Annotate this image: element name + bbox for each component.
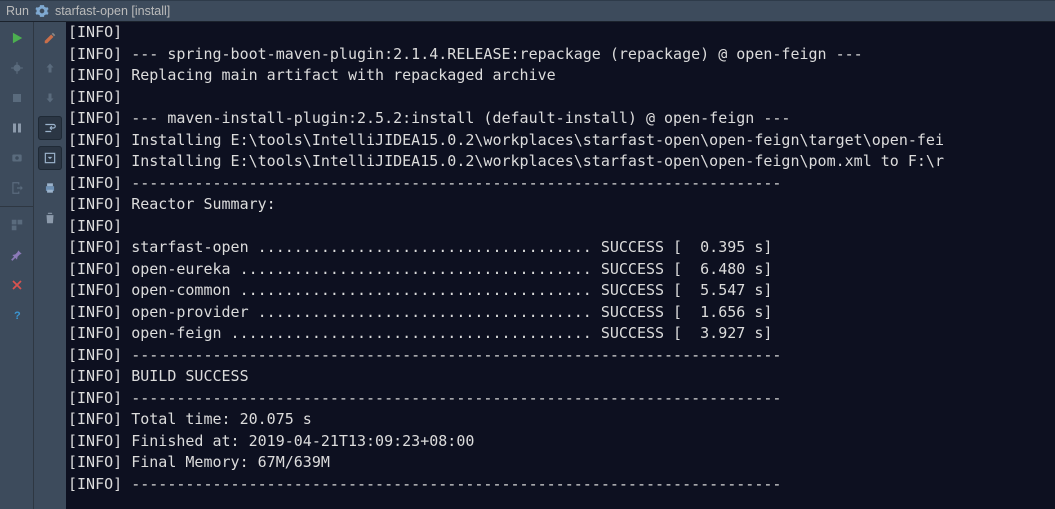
console-line: [INFO] BUILD SUCCESS	[66, 366, 1055, 388]
console-output[interactable]: [INFO][INFO] --- spring-boot-maven-plugi…	[66, 22, 1055, 509]
console-line: [INFO] Installing E:\tools\IntelliJIDEA1…	[66, 130, 1055, 152]
gear-icon	[35, 4, 49, 18]
console-line: [INFO]	[66, 22, 1055, 44]
close-button[interactable]	[5, 273, 29, 297]
console-line: [INFO] open-feign ......................…	[66, 323, 1055, 345]
console-line: [INFO] Total time: 20.075 s	[66, 409, 1055, 431]
soft-wrap-button[interactable]	[38, 116, 62, 140]
main-area: ? [INFO][INFO] --- spring-boot-maven-plu…	[0, 22, 1055, 509]
toolbar-divider	[0, 206, 33, 207]
down-button[interactable]	[38, 86, 62, 110]
console-line: [INFO] open-provider ...................…	[66, 302, 1055, 324]
console-line: [INFO] --- maven-install-plugin:2.5.2:in…	[66, 108, 1055, 130]
up-button[interactable]	[38, 56, 62, 80]
stop-button[interactable]	[5, 86, 29, 110]
console-line: [INFO] --- spring-boot-maven-plugin:2.1.…	[66, 44, 1055, 66]
scroll-to-end-button[interactable]	[38, 146, 62, 170]
console-line: [INFO] ---------------------------------…	[66, 345, 1055, 367]
run-label: Run	[6, 4, 29, 18]
title-bar: Run starfast-open [install]	[0, 0, 1055, 22]
edit-button[interactable]	[38, 26, 62, 50]
console-line: [INFO]	[66, 216, 1055, 238]
console-line: [INFO] starfast-open ...................…	[66, 237, 1055, 259]
console-line: [INFO] ---------------------------------…	[66, 173, 1055, 195]
config-name: starfast-open [install]	[55, 4, 170, 18]
console-line: [INFO] Installing E:\tools\IntelliJIDEA1…	[66, 151, 1055, 173]
console-line: [INFO] Finished at: 2019-04-21T13:09:23+…	[66, 431, 1055, 453]
console-line: [INFO] open-common .....................…	[66, 280, 1055, 302]
run-button[interactable]	[5, 26, 29, 50]
layout-button[interactable]	[5, 213, 29, 237]
pause-button[interactable]	[5, 116, 29, 140]
run-toolbar-secondary	[33, 22, 66, 509]
clear-all-button[interactable]	[38, 206, 62, 230]
svg-text:?: ?	[14, 310, 21, 322]
console-line: [INFO] Final Memory: 67M/639M	[66, 452, 1055, 474]
console-line: [INFO] Replacing main artifact with repa…	[66, 65, 1055, 87]
console-line: [INFO] Reactor Summary:	[66, 194, 1055, 216]
exit-button[interactable]	[5, 176, 29, 200]
console-line: [INFO] ---------------------------------…	[66, 388, 1055, 410]
console-line: [INFO]	[66, 87, 1055, 109]
console-line: [INFO] ---------------------------------…	[66, 474, 1055, 496]
debug-button[interactable]	[5, 56, 29, 80]
pin-button[interactable]	[5, 243, 29, 267]
run-toolbar-primary: ?	[0, 22, 33, 509]
dump-threads-button[interactable]	[5, 146, 29, 170]
print-button[interactable]	[38, 176, 62, 200]
console-line: [INFO] open-eureka .....................…	[66, 259, 1055, 281]
help-button[interactable]: ?	[5, 303, 29, 327]
